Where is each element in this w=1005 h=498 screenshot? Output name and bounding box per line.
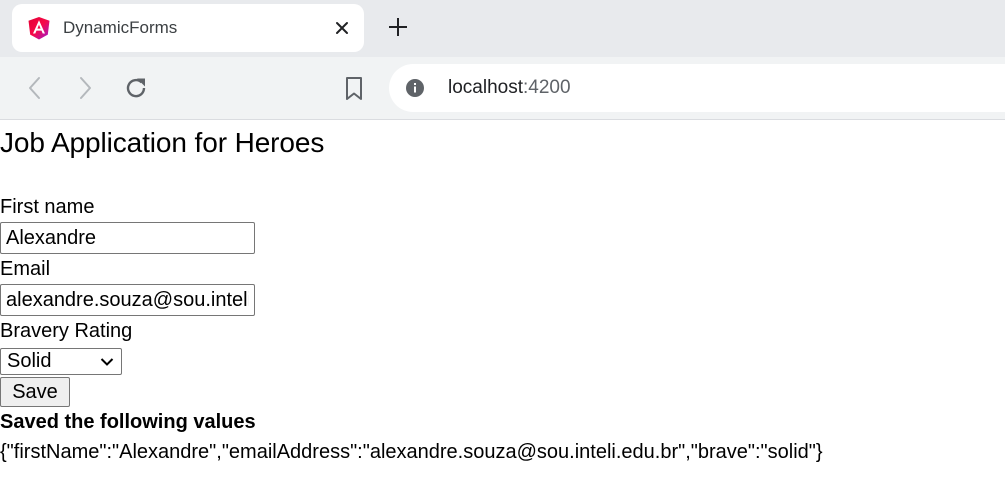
- new-tab-plus-icon[interactable]: [386, 15, 410, 39]
- bravery-rating-value: Solid: [7, 350, 52, 372]
- bravery-rating-label: Bravery Rating: [0, 320, 133, 342]
- tab-title: DynamicForms: [63, 18, 178, 37]
- page-content: Job Application for Heroes First name Em…: [0, 120, 1005, 498]
- saved-values-heading: Saved the following values: [0, 411, 256, 433]
- reload-icon[interactable]: [122, 74, 150, 102]
- url-port: :4200: [523, 77, 571, 98]
- chevron-down-icon: [100, 358, 114, 366]
- browser-tab[interactable]: DynamicForms: [12, 4, 364, 52]
- back-arrow-icon[interactable]: [21, 74, 49, 102]
- forward-arrow-icon[interactable]: [71, 74, 99, 102]
- bookmark-icon[interactable]: [340, 74, 368, 102]
- angular-logo-icon: [28, 17, 50, 40]
- url-host: localhost: [448, 77, 523, 98]
- tab-strip: DynamicForms: [0, 0, 1005, 57]
- page-title: Job Application for Heroes: [0, 127, 325, 158]
- bravery-rating-select[interactable]: Solid: [0, 348, 122, 375]
- url-text[interactable]: localhost:4200: [448, 77, 571, 99]
- close-icon[interactable]: [332, 18, 352, 38]
- save-button[interactable]: Save: [0, 377, 70, 407]
- first-name-input[interactable]: [0, 222, 255, 254]
- email-label: Email: [0, 258, 51, 280]
- saved-values-json: {"firstName":"Alexandre","emailAddress":…: [0, 441, 823, 463]
- email-input[interactable]: [0, 284, 255, 316]
- browser-toolbar: localhost:4200: [0, 57, 1005, 120]
- info-icon[interactable]: [405, 78, 425, 98]
- first-name-label: First name: [0, 196, 95, 218]
- address-bar[interactable]: localhost:4200: [389, 64, 1005, 112]
